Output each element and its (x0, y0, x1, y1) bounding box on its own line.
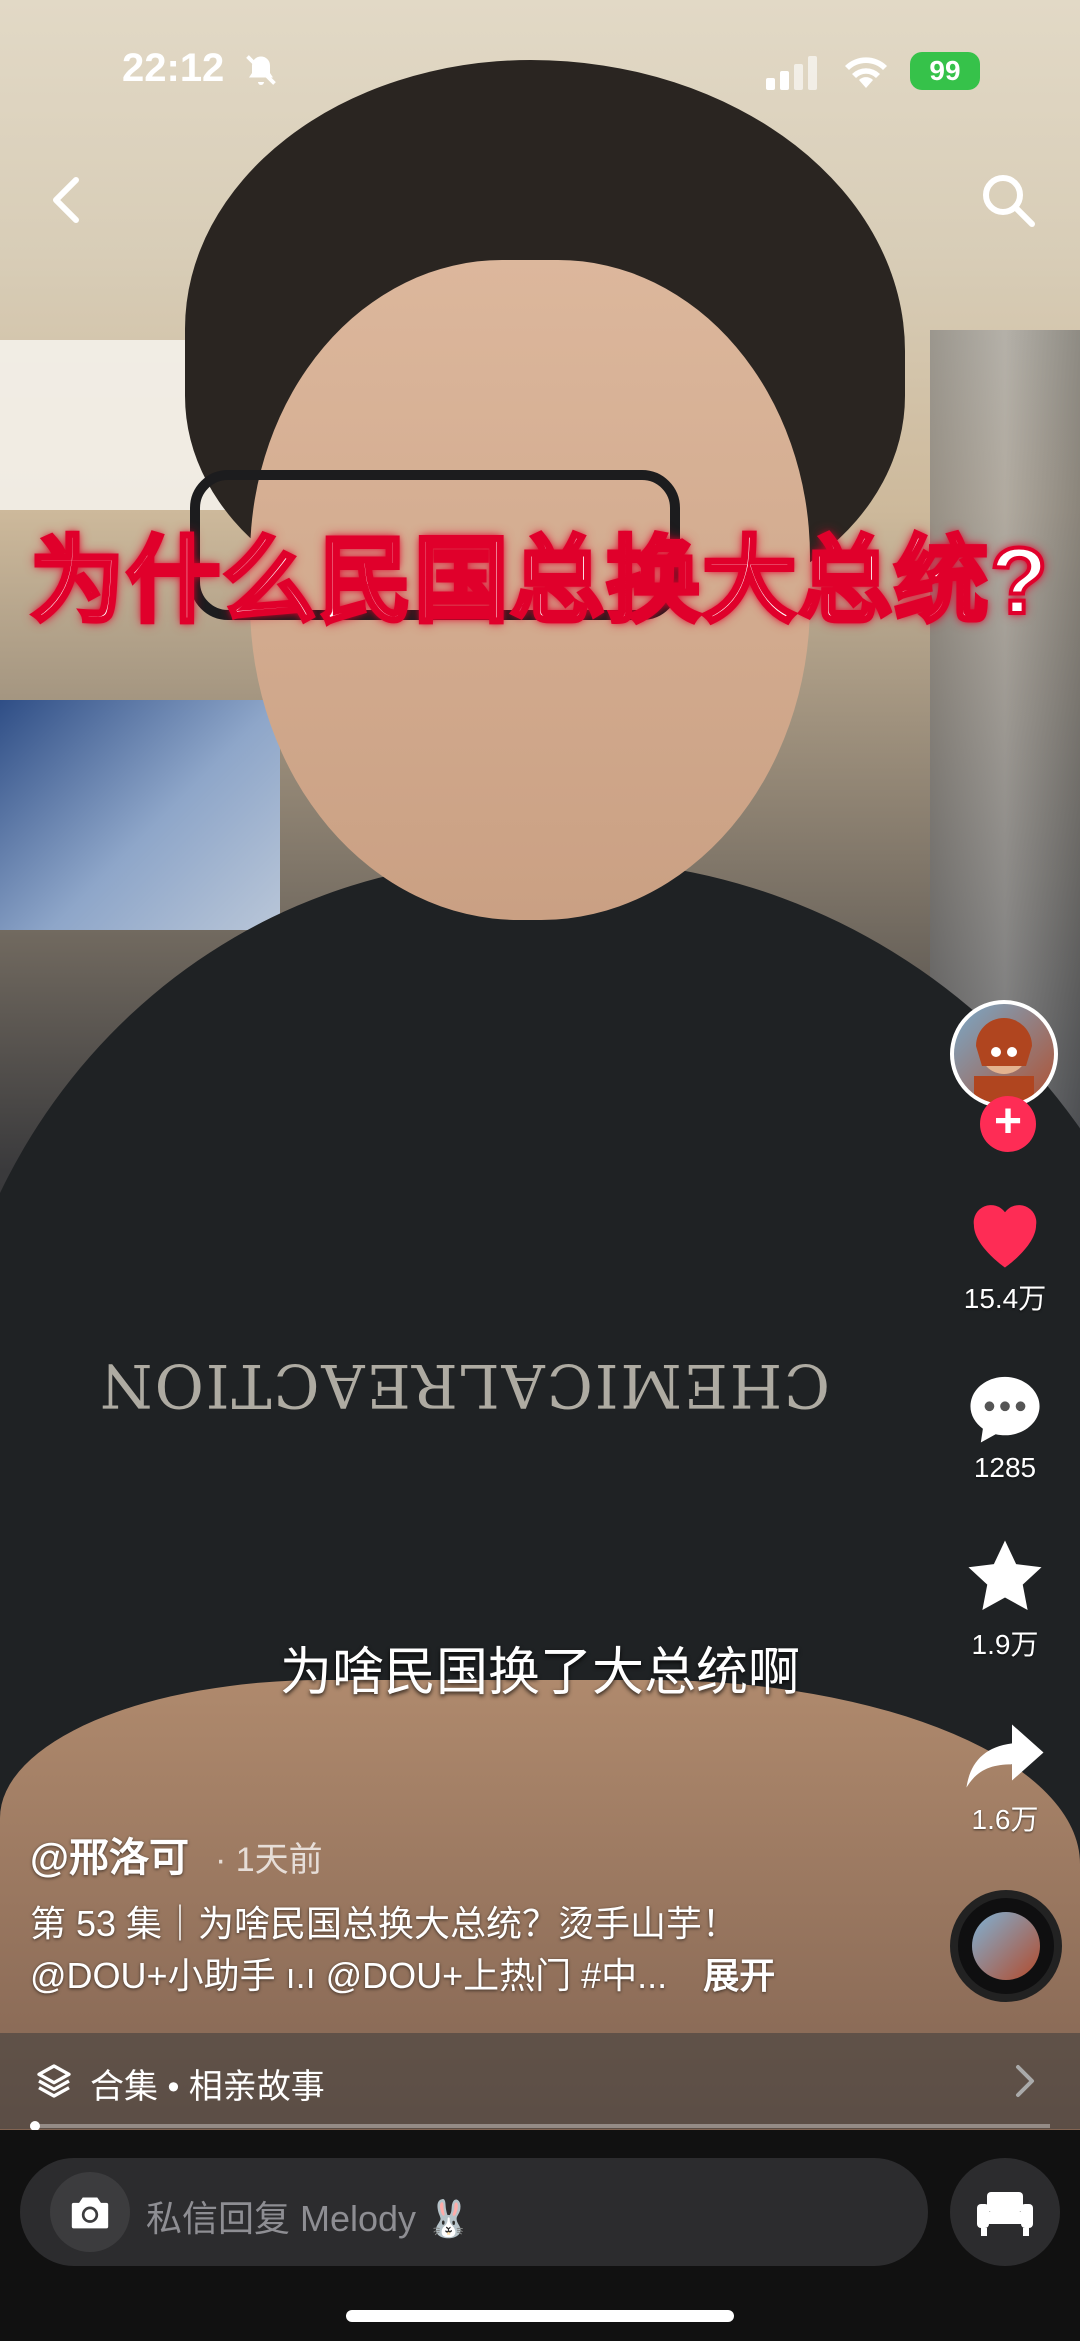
comment-button[interactable]: 1285 (950, 1370, 1060, 1484)
share-icon (966, 1724, 1044, 1788)
comment-count: 1285 (973, 1452, 1037, 1483)
back-icon[interactable] (38, 170, 98, 230)
post-time: · 1天前 (215, 1841, 323, 1879)
bell-mute-icon (243, 52, 279, 93)
description-line-1: 第 53 集｜为啥民国总换大总统？烫手山芋！ (30, 1903, 739, 1944)
status-time: 22:12 (122, 46, 225, 90)
favorite-button[interactable]: 1.9万 (950, 1537, 1060, 1663)
wifi-icon (842, 54, 890, 95)
favorite-count: 1.9万 (971, 1629, 1039, 1660)
star-icon (968, 1540, 1042, 1611)
expand-button[interactable]: 展开 (703, 1955, 775, 1996)
home-indicator[interactable] (346, 2310, 734, 2322)
description-line-2: @DOU+小助手 ı.ı @DOU+上热门 #中... 展开 (30, 1950, 930, 2002)
message-input[interactable]: 私信回复 Melody 🐰 (20, 2158, 928, 2266)
collection-bar[interactable]: 合集 • 相亲故事 (0, 2033, 1080, 2129)
video-player[interactable]: CHEMICALREACTION (0, 0, 1080, 2130)
camera-button[interactable] (50, 2172, 130, 2252)
camera-icon (71, 2197, 109, 2229)
comment-icon (970, 1376, 1040, 1443)
background-painting (0, 700, 280, 930)
heart-icon (973, 1205, 1037, 1268)
video-subtitle: 为啥民国换了大总统啊 (279, 1644, 800, 1702)
description-tags[interactable]: @DOU+小助手 ı.ı @DOU+上热门 #中... (30, 1955, 667, 1996)
app-root: CHEMICALREACTION 22:12 99 为什么民国总换大总统? 为啥… (0, 0, 1080, 2341)
layers-icon (34, 2061, 74, 2106)
message-placeholder: 私信回复 Melody 🐰 (146, 2198, 471, 2239)
chevron-right-icon (1010, 2061, 1040, 2106)
follow-button[interactable]: + (980, 1096, 1036, 1152)
music-disc[interactable] (950, 1890, 1062, 2002)
share-button[interactable]: 1.6万 (950, 1720, 1060, 1838)
collection-label: 合集 • 相亲故事 (90, 2068, 325, 2106)
signal-icon (766, 56, 822, 95)
video-description: 第 53 集｜为啥民国总换大总统？烫手山芋！ @DOU+小助手 ı.ı @DOU… (30, 1898, 930, 2002)
status-bar: 22:12 99 (0, 0, 1080, 140)
author-name[interactable]: @邢洛可 (30, 1825, 189, 1883)
share-count: 1.6万 (971, 1804, 1039, 1835)
search-icon[interactable] (978, 170, 1038, 230)
like-button[interactable]: 15.4万 (950, 1195, 1060, 1317)
author-avatar[interactable] (950, 1000, 1058, 1108)
video-progress-bar[interactable] (30, 2121, 1050, 2131)
shirt-print-text: CHEMICALREACTION (98, 1350, 830, 1420)
like-count: 15.4万 (963, 1283, 1047, 1314)
sofa-icon (977, 2192, 1033, 2236)
sofa-button[interactable] (950, 2158, 1060, 2266)
video-title-overlay: 为什么民国总换大总统? (28, 526, 1050, 635)
music-disc-cover (972, 1912, 1040, 1980)
battery-indicator: 99 (910, 52, 980, 90)
